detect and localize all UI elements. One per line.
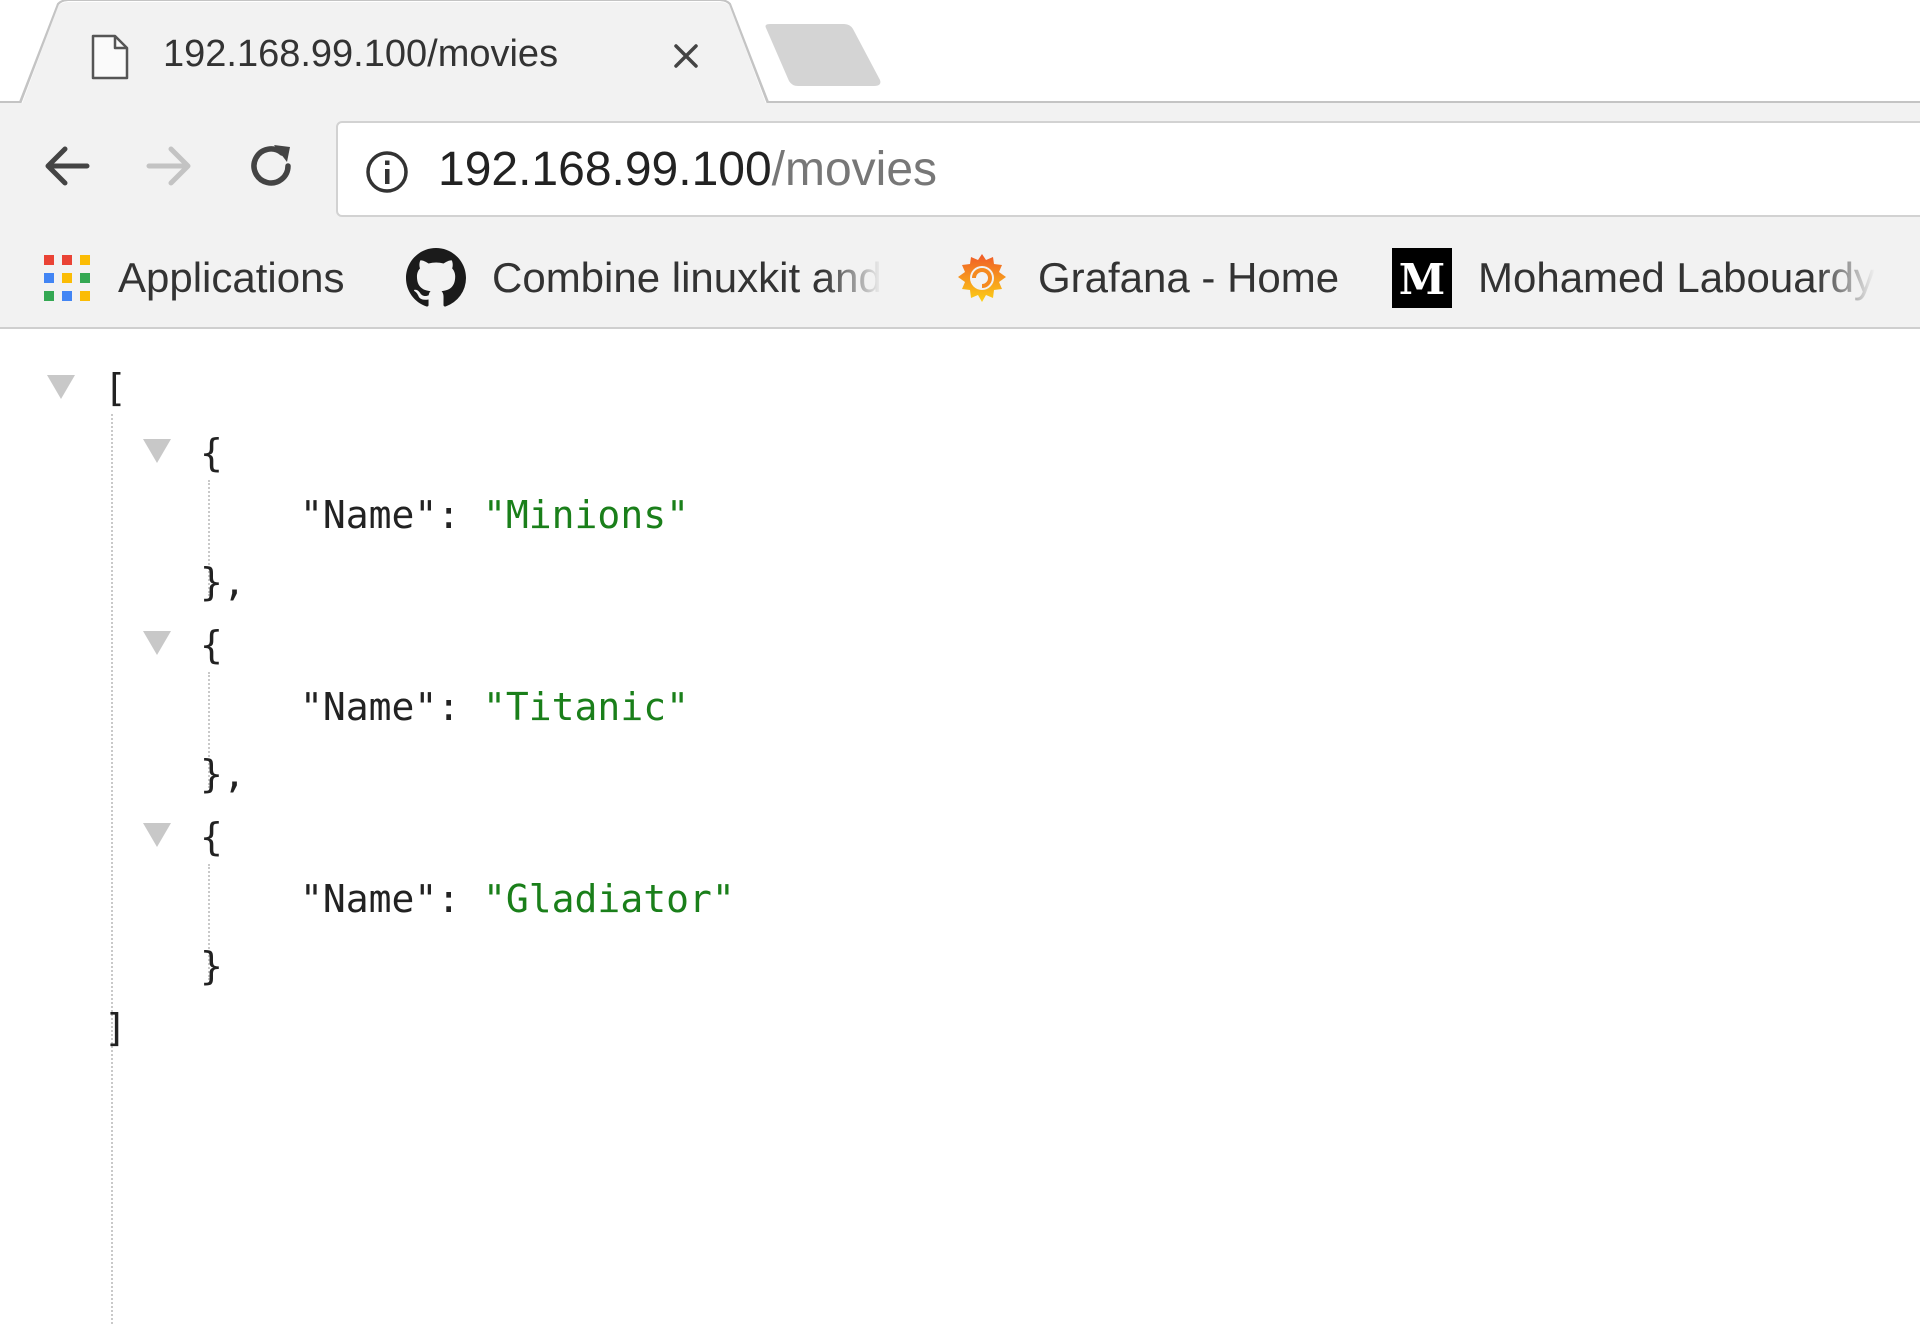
object-close-brace: }, [200, 560, 246, 604]
url-host: 192.168.99.100 [438, 143, 772, 196]
svg-text:M: M [1399, 255, 1446, 304]
indent-guide [111, 414, 113, 1324]
medium-icon: M [1392, 248, 1452, 308]
object-close-brace: } [200, 944, 223, 988]
bookmark-label: Grafana - Home [1038, 254, 1340, 301]
grafana-icon [958, 254, 1006, 302]
json-property: "Name": "Gladiator" [300, 874, 735, 924]
json-string-value: "Gladiator" [483, 877, 735, 921]
json-viewer: [ { "Name": "Minions" }, { "Name": "Tita… [0, 330, 1920, 1324]
json-string-value: "Minions" [483, 493, 689, 537]
reload-button[interactable] [242, 137, 300, 195]
close-icon [674, 44, 698, 68]
page-icon [90, 34, 130, 85]
url-text[interactable]: 192.168.99.100/movies [438, 142, 937, 198]
bookmark-label: Mohamed Labouardy [1478, 254, 1875, 301]
back-arrow-icon [45, 146, 90, 186]
object-open-brace: { [200, 815, 223, 859]
new-tab-button[interactable] [758, 24, 888, 93]
collapse-toggle-icon[interactable] [142, 822, 172, 848]
collapse-toggle-icon[interactable] [46, 374, 76, 400]
json-string-value: "Titanic" [483, 685, 689, 729]
collapse-toggle-icon[interactable] [142, 438, 172, 464]
url-path: /movies [771, 143, 938, 196]
bookmark-grafana[interactable]: Grafana - Home [952, 229, 1339, 327]
bookmark-github[interactable]: Combine linuxkit and [406, 229, 882, 327]
bookmarks-bar: Applications Combine linuxkit and Grafan… [0, 229, 1920, 329]
browser-toolbar: 192.168.99.100/movies [0, 103, 1920, 229]
json-key: "Name" [300, 493, 438, 537]
forward-arrow-icon [146, 146, 191, 186]
object-open-brace: { [200, 431, 223, 475]
json-property: "Name": "Minions" [300, 490, 689, 540]
array-close-bracket: ] [104, 1006, 127, 1050]
github-icon [406, 248, 466, 307]
tab-strip: 192.168.99.100/movies [0, 0, 1920, 104]
object-close-brace: }, [200, 752, 246, 796]
reload-icon [251, 145, 291, 186]
json-separator: : [437, 493, 484, 537]
tab-title[interactable]: 192.168.99.100/movies [163, 30, 558, 78]
bookmark-label: Combine linuxkit and [492, 254, 882, 301]
back-button[interactable] [38, 137, 96, 195]
forward-button[interactable] [140, 137, 198, 195]
object-open-brace: { [200, 623, 223, 667]
json-key: "Name" [300, 877, 438, 921]
close-tab-button[interactable] [664, 34, 708, 78]
bookmark-applications[interactable]: Applications [42, 229, 344, 327]
collapse-toggle-icon[interactable] [142, 630, 172, 656]
bookmark-label: Applications [118, 254, 345, 301]
json-separator: : [437, 685, 484, 729]
info-icon[interactable] [364, 149, 410, 200]
json-property: "Name": "Titanic" [300, 682, 689, 732]
json-key: "Name" [300, 685, 438, 729]
bookmark-medium[interactable]: M Mohamed Labouardy [1392, 229, 1875, 327]
new-tab-icon [765, 24, 881, 86]
address-bar[interactable]: 192.168.99.100/movies [336, 121, 1920, 217]
apps-grid-icon [44, 255, 90, 301]
json-separator: : [437, 877, 484, 921]
array-open-bracket: [ [104, 366, 127, 410]
